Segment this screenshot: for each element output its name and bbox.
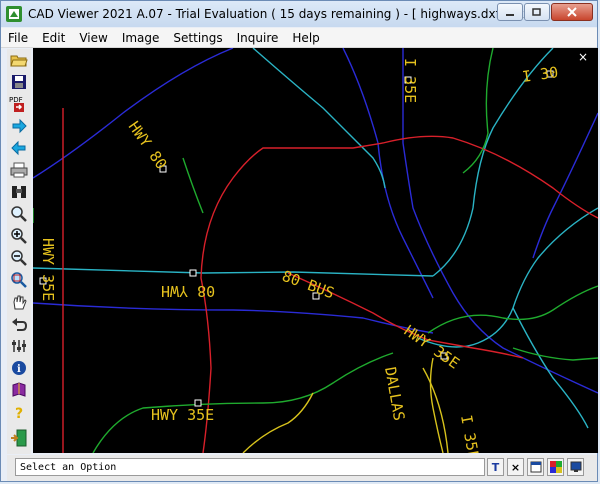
maximize-button[interactable] [524,3,550,21]
highway-map: HWY 80 HWY 80 80 BUS HWY 35E HWY 35E HWY… [33,48,598,453]
svg-text:PDF: PDF [9,96,23,104]
title-bar: CAD Viewer 2021 A.07 - Trial Evaluation … [1,1,597,27]
menu-inquire[interactable]: Inquire [230,31,286,45]
road-blue [33,302,434,334]
print-button[interactable] [8,159,30,180]
zoom-out-button[interactable] [8,247,30,268]
book-icon [12,381,26,397]
color-palette-icon [549,461,562,473]
help-icon: ? [15,406,23,420]
cancel-command-button[interactable]: × [507,458,524,476]
map-label-i30: I 30 [521,63,559,86]
restore-icon [532,8,541,16]
road-green [462,48,494,174]
command-prompt[interactable]: Select an Option [15,458,485,476]
pan-button[interactable] [8,291,30,312]
route-marker [189,269,197,277]
left-toolbar: PDF i ? [7,49,31,454]
forward-button[interactable] [8,115,30,136]
menu-bar: File Edit View Image Settings Inquire He… [1,28,597,48]
map-label-hwy35e-lower: HWY 35E [151,406,214,424]
road-cyan [252,48,386,189]
monitor-icon [570,461,581,472]
save-icon [12,74,26,89]
find-button[interactable] [8,181,30,202]
zoom-in-icon [11,227,27,244]
book-button[interactable] [8,379,30,400]
back-icon [11,140,26,155]
window-title: CAD Viewer 2021 A.07 - Trial Evaluation … [28,7,541,21]
minimize-icon [506,14,514,16]
back-button[interactable] [8,137,30,158]
map-label-dallas: DALLAS [381,366,408,422]
menu-edit[interactable]: Edit [35,31,72,45]
open-icon [10,55,28,66]
zoom-window-icon [11,271,27,288]
help-button[interactable]: ? [8,401,30,422]
menu-file[interactable]: File [1,31,35,45]
app-icon [6,6,22,22]
zoom-icon [11,205,27,222]
window-mode-button[interactable] [527,458,544,476]
pdf-button[interactable]: PDF [8,93,30,114]
road-blue [532,112,598,259]
road-yellow [422,367,449,453]
road-cyan [512,307,589,429]
layers-button[interactable] [8,335,30,356]
zoom-in-button[interactable] [8,225,30,246]
save-button[interactable] [8,71,30,92]
map-label-i35e-top: I 35E [401,58,419,103]
open-button[interactable] [8,49,30,70]
menu-image[interactable]: Image [115,31,167,45]
text-tool-button[interactable]: T [487,458,504,476]
zoom-out-icon [11,249,27,266]
svg-text:i: i [17,364,21,375]
minimize-button[interactable] [497,3,523,21]
binoculars-icon [12,185,26,198]
app-window: CAD Viewer 2021 A.07 - Trial Evaluation … [0,0,598,482]
print-icon [10,162,28,177]
exit-button[interactable] [8,427,30,448]
canvas-close-icon[interactable]: × [578,50,588,64]
status-bar: Select an Option T × [7,455,597,481]
undo-icon [12,317,27,331]
map-label-hwy35e-vertical: HWY 35E [39,238,57,301]
info-icon: i [12,360,26,375]
display-mode-button[interactable] [567,458,584,476]
zoom-button[interactable] [8,203,30,224]
close-icon [567,7,577,17]
forward-icon [12,118,27,133]
zoom-window-button[interactable] [8,269,30,290]
color-mode-button[interactable] [547,458,564,476]
layers-icon [12,339,26,352]
road-green [512,347,598,361]
drawing-canvas[interactable]: HWY 80 HWY 80 80 BUS HWY 35E HWY 35E HWY… [33,48,598,453]
road-green [92,352,394,453]
undo-button[interactable] [8,313,30,334]
exit-icon [11,429,27,446]
road-cyan [33,267,434,277]
road-green [182,157,204,214]
pdf-icon: PDF [9,96,24,112]
info-button[interactable]: i [8,357,30,378]
road-yellow [429,357,444,453]
menu-view[interactable]: View [72,31,114,45]
menu-settings[interactable]: Settings [166,31,229,45]
route-markers [39,70,554,407]
pan-hand-icon [13,295,27,309]
close-button[interactable] [551,3,593,21]
map-label-hwy80-upper: HWY 80 [161,282,215,300]
svg-text:?: ? [15,406,23,420]
window-icon [530,461,541,473]
map-label-hwy80-left: HWY 80 [125,118,171,173]
map-label-i35e-bottom: I 35E [457,414,483,453]
menu-help[interactable]: Help [285,31,326,45]
